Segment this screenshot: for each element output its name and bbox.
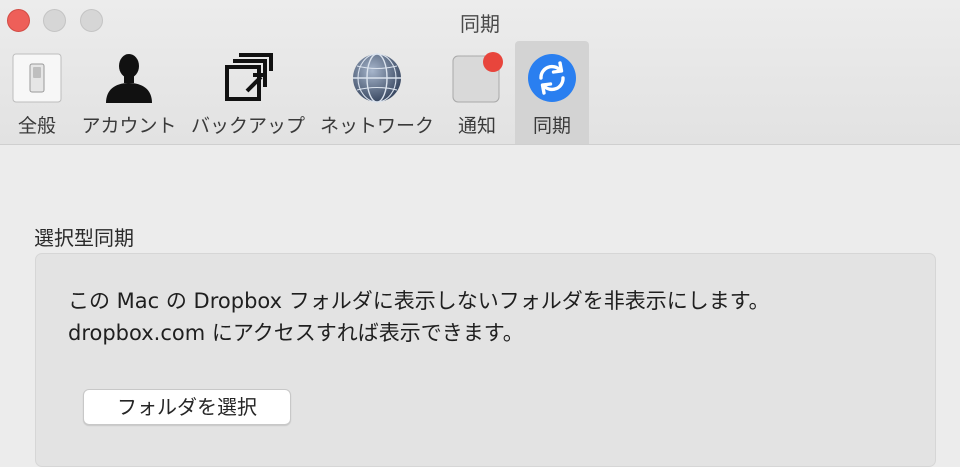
globe-icon (350, 51, 404, 105)
backup-icon (221, 51, 275, 105)
window-title: 同期 (460, 12, 500, 36)
tab-backup[interactable]: バックアップ (189, 41, 307, 144)
tab-general[interactable]: 全般 (6, 41, 68, 144)
description-text: この Mac の Dropbox フォルダに表示しないフォルダを非表示にします。 (68, 289, 770, 313)
person-icon (102, 51, 156, 105)
tab-notifications[interactable]: 通知 (446, 41, 508, 144)
tab-label: バックアップ (190, 115, 305, 137)
preferences-toolbar: 同期 全般 アカウント バックアップ ネットワーク 通知 同期 (0, 0, 960, 145)
choose-folders-button[interactable]: フォルダを選択 (83, 389, 291, 425)
tab-network[interactable]: ネットワーク (317, 41, 437, 144)
tab-label: 全般 (17, 115, 56, 137)
section-title: 選択型同期 (34, 226, 134, 250)
notification-icon (450, 51, 504, 105)
tab-label: 同期 (532, 115, 571, 137)
description-text: dropbox.com にアクセスすれば表示できます。 (68, 321, 524, 345)
tab-label: ネットワーク (319, 115, 434, 137)
sync-icon (525, 51, 579, 105)
tab-label: 通知 (457, 115, 496, 137)
tab-account[interactable]: アカウント (78, 41, 180, 144)
tab-label: アカウント (81, 115, 177, 137)
tab-sync[interactable]: 同期 (515, 41, 589, 144)
switch-icon (10, 51, 64, 105)
